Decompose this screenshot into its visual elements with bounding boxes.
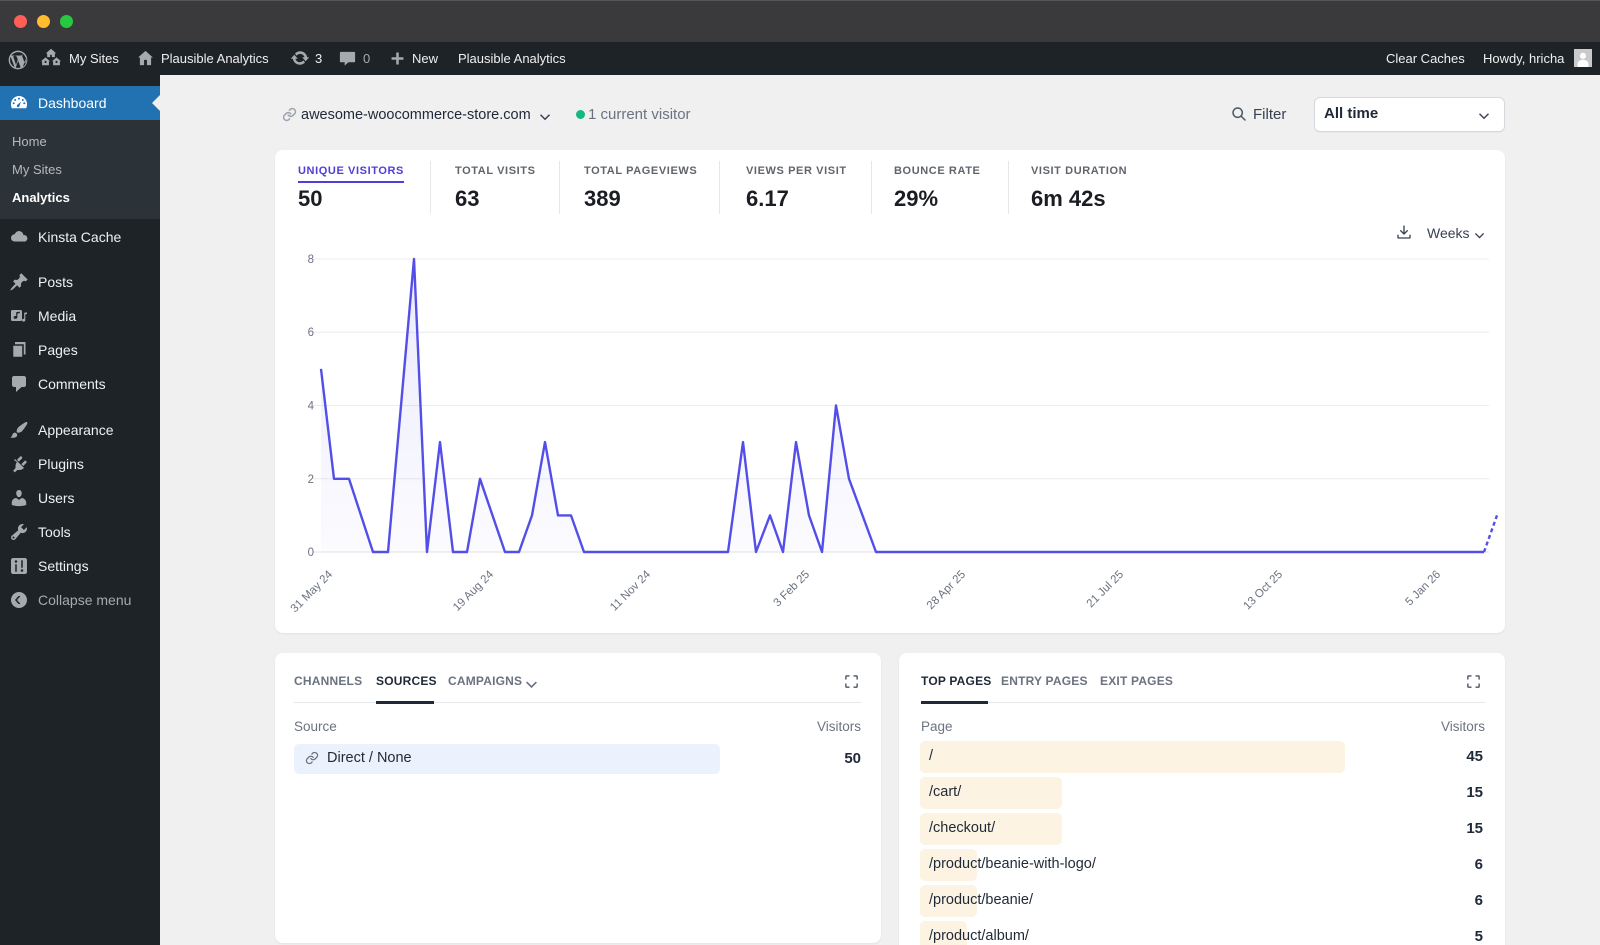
svg-text:13 Oct 25: 13 Oct 25 — [1241, 569, 1285, 613]
svg-text:28 Apr 25: 28 Apr 25 — [925, 569, 968, 612]
svg-text:19 Aug 24: 19 Aug 24 — [451, 568, 497, 614]
svg-text:21 Jul 25: 21 Jul 25 — [1085, 569, 1126, 610]
svg-text:2: 2 — [308, 474, 314, 486]
svg-text:31 May 24: 31 May 24 — [289, 568, 336, 615]
svg-text:4: 4 — [308, 401, 315, 413]
svg-text:6: 6 — [308, 327, 314, 339]
svg-text:0: 0 — [308, 547, 314, 559]
svg-text:5 Jan 26: 5 Jan 26 — [1403, 569, 1443, 609]
svg-text:11 Nov 24: 11 Nov 24 — [608, 568, 653, 613]
svg-text:3 Feb 25: 3 Feb 25 — [772, 569, 813, 610]
svg-text:8: 8 — [308, 254, 314, 266]
